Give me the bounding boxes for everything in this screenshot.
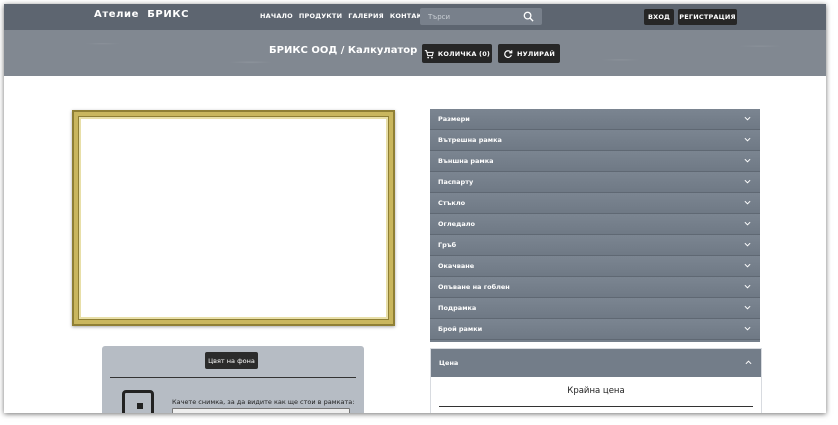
frame-preview — [72, 110, 395, 326]
chevron-down-icon — [744, 179, 751, 184]
cart-icon — [424, 49, 434, 58]
accordion-item-subframe[interactable]: Подрамка — [430, 298, 760, 319]
refresh-icon — [504, 49, 513, 58]
chevron-down-icon — [744, 116, 751, 121]
accordion-label: Огледало — [438, 220, 475, 228]
search-input[interactable] — [420, 8, 518, 25]
search-icon[interactable] — [523, 11, 534, 22]
brand-logo[interactable]: Ателие БРИКС — [94, 9, 189, 20]
accordion-item-hanging[interactable]: Окачване — [430, 256, 760, 277]
accordion-item-glass[interactable]: Стъкло — [430, 193, 760, 214]
nav-gallery[interactable]: ГАЛЕРИЯ — [348, 12, 384, 20]
accordion-label: Брой рамки — [438, 325, 483, 333]
login-button[interactable]: ВХОД — [644, 9, 674, 25]
accordion-label: Окачване — [438, 262, 475, 270]
nav-products[interactable]: ПРОДУКТИ — [299, 12, 342, 20]
chevron-down-icon — [744, 284, 751, 289]
accordion-item-passepartout[interactable]: Паспарту — [430, 172, 760, 193]
image-icon — [122, 390, 154, 413]
accordion-item-mirror[interactable]: Огледало — [430, 214, 760, 235]
chevron-down-icon — [744, 263, 751, 268]
search-box — [420, 8, 542, 25]
chevron-down-icon — [744, 305, 751, 310]
accordion-item-outer-frame[interactable]: Външна рамка — [430, 151, 760, 172]
accordion-label: Вътрешна рамка — [438, 136, 502, 144]
top-navbar: Ателие БРИКС НАЧАЛО ПРОДУКТИ ГАЛЕРИЯ КОН… — [4, 4, 826, 30]
page: Ателие БРИКС НАЧАЛО ПРОДУКТИ ГАЛЕРИЯ КОН… — [4, 4, 826, 413]
price-accordion-header[interactable]: Цена — [431, 349, 761, 377]
frame-canvas — [78, 116, 389, 320]
upload-hint: Качете снимка, за да видите как ще стои … — [172, 398, 355, 406]
background-color-button[interactable]: Цвят на фона — [205, 352, 258, 369]
options-accordion: Размери Вътрешна рамка Външна рамка Пасп… — [430, 109, 760, 342]
page-banner: БРИКС ООД / Калкулатор КОЛИЧКА (0) НУЛИР… — [4, 30, 826, 76]
divider — [439, 406, 753, 407]
divider — [110, 377, 356, 378]
main-nav: НАЧАЛО ПРОДУКТИ ГАЛЕРИЯ КОНТАКТИ — [260, 12, 438, 20]
price-header-label: Цена — [439, 359, 459, 367]
reset-button[interactable]: НУЛИРАЙ — [498, 44, 560, 63]
accordion-item-frame-count[interactable]: Брой рамки — [430, 319, 760, 340]
accordion-item-inner-frame[interactable]: Вътрешна рамка — [430, 130, 760, 151]
accordion-label: Стъкло — [438, 199, 466, 207]
upload-file-input[interactable] — [172, 408, 350, 413]
upload-panel: Цвят на фона Качете снимка, за да видите… — [102, 346, 364, 413]
nav-home[interactable]: НАЧАЛО — [260, 12, 293, 20]
accordion-label: Опъване на гоблен — [438, 283, 510, 291]
chevron-down-icon — [744, 326, 751, 331]
cart-button[interactable]: КОЛИЧКА (0) — [422, 44, 492, 63]
page-title: БРИКС ООД / Калкулатор — [269, 45, 418, 56]
accordion-label: Външна рамка — [438, 157, 494, 165]
accordion-item-tapestry[interactable]: Опъване на гоблен — [430, 277, 760, 298]
accordion-item-sizes[interactable]: Размери — [430, 109, 760, 130]
accordion-label: Размери — [438, 115, 470, 123]
register-button[interactable]: РЕГИСТРАЦИЯ — [678, 9, 737, 25]
chevron-down-icon — [744, 200, 751, 205]
accordion-label: Паспарту — [438, 178, 474, 186]
chevron-down-icon — [744, 242, 751, 247]
price-panel: Цена Крайна цена — [430, 348, 762, 413]
chevron-down-icon — [744, 137, 751, 142]
accordion-item-back[interactable]: Гръб — [430, 235, 760, 256]
final-price-title: Крайна цена — [567, 386, 625, 396]
cart-label: КОЛИЧКА (0) — [437, 49, 491, 58]
reset-label: НУЛИРАЙ — [517, 49, 555, 58]
chevron-down-icon — [744, 158, 751, 163]
accordion-label: Гръб — [438, 241, 457, 249]
accordion-label: Подрамка — [438, 304, 477, 312]
chevron-down-icon — [744, 221, 751, 226]
chevron-up-icon — [745, 360, 752, 365]
